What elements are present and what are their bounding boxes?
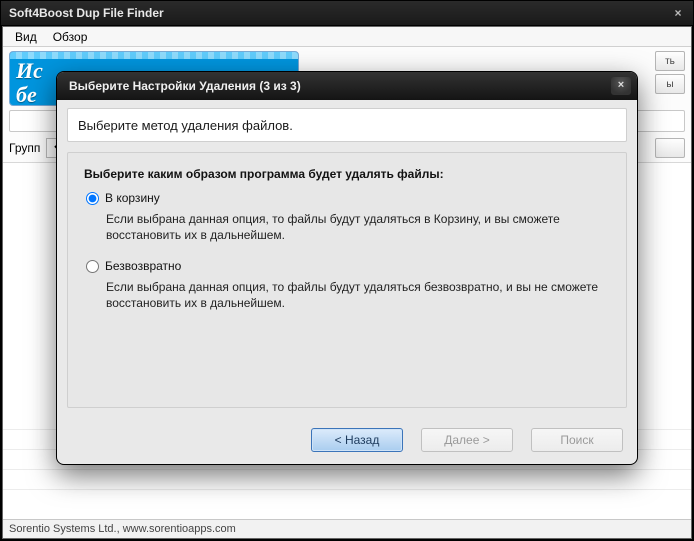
- dialog-title: Выберите Настройки Удаления (3 из 3): [69, 79, 611, 93]
- dialog-titlebar[interactable]: Выберите Настройки Удаления (3 из 3) ×: [57, 72, 637, 100]
- search-button[interactable]: Поиск: [531, 428, 623, 452]
- dialog-body: Выберите метод удаления файлов. Выберите…: [57, 100, 637, 418]
- dialog-content: Выберите каким образом программа будет у…: [67, 152, 627, 408]
- menu-item-view[interactable]: Вид: [7, 28, 45, 46]
- option-recycle-bin-desc: Если выбрана данная опция, то файлы буду…: [106, 211, 610, 243]
- dialog-instruction-text: Выберите метод удаления файлов.: [78, 118, 293, 133]
- app-close-icon[interactable]: ×: [669, 6, 687, 20]
- grouping-label: Групп: [9, 141, 40, 155]
- side-buttons: ть ы: [655, 51, 685, 94]
- app-titlebar[interactable]: Soft4Boost Dup File Finder ×: [1, 1, 693, 25]
- option-permanent-text: Безвозвратно: [105, 259, 181, 273]
- option-recycle-bin-text: В корзину: [105, 191, 160, 205]
- option-permanent-desc: Если выбрана данная опция, то файлы буду…: [106, 279, 610, 311]
- dialog-button-row: < Назад Далее > Поиск: [57, 418, 637, 464]
- radio-permanent[interactable]: [86, 260, 99, 273]
- status-bar: Sorentio Systems Ltd., www.sorentioapps.…: [3, 519, 691, 538]
- banner-line2: бе: [16, 84, 37, 106]
- toolbar-small-button[interactable]: [655, 138, 685, 158]
- option-recycle-bin: В корзину Если выбрана данная опция, то …: [86, 191, 610, 243]
- delete-settings-dialog: Выберите Настройки Удаления (3 из 3) × В…: [56, 71, 638, 465]
- divider: [3, 469, 691, 470]
- option-permanent-label[interactable]: Безвозвратно: [86, 259, 610, 273]
- back-button[interactable]: < Назад: [311, 428, 403, 452]
- modal-layer: Выберите Настройки Удаления (3 из 3) × В…: [3, 47, 691, 519]
- option-permanent: Безвозвратно Если выбрана данная опция, …: [86, 259, 610, 311]
- next-button[interactable]: Далее >: [421, 428, 513, 452]
- side-button-1[interactable]: ть: [655, 51, 685, 71]
- app-title: Soft4Boost Dup File Finder: [9, 6, 669, 20]
- menu-bar: Вид Обзор: [3, 27, 691, 47]
- dialog-instruction: Выберите метод удаления файлов.: [67, 108, 627, 142]
- app-window: Soft4Boost Dup File Finder × Вид Обзор И…: [0, 0, 694, 541]
- option-recycle-bin-label[interactable]: В корзину: [86, 191, 610, 205]
- radio-recycle-bin[interactable]: [86, 192, 99, 205]
- side-button-2[interactable]: ы: [655, 74, 685, 94]
- dialog-close-icon[interactable]: ×: [611, 77, 631, 95]
- app-client: Вид Обзор Ис бе ть ы Групп: [2, 26, 692, 539]
- banner-line1: Ис: [16, 60, 43, 82]
- dialog-heading: Выберите каким образом программа будет у…: [84, 167, 610, 181]
- status-text: Sorentio Systems Ltd., www.sorentioapps.…: [9, 523, 236, 535]
- menu-item-browse[interactable]: Обзор: [45, 28, 96, 46]
- divider: [3, 489, 691, 490]
